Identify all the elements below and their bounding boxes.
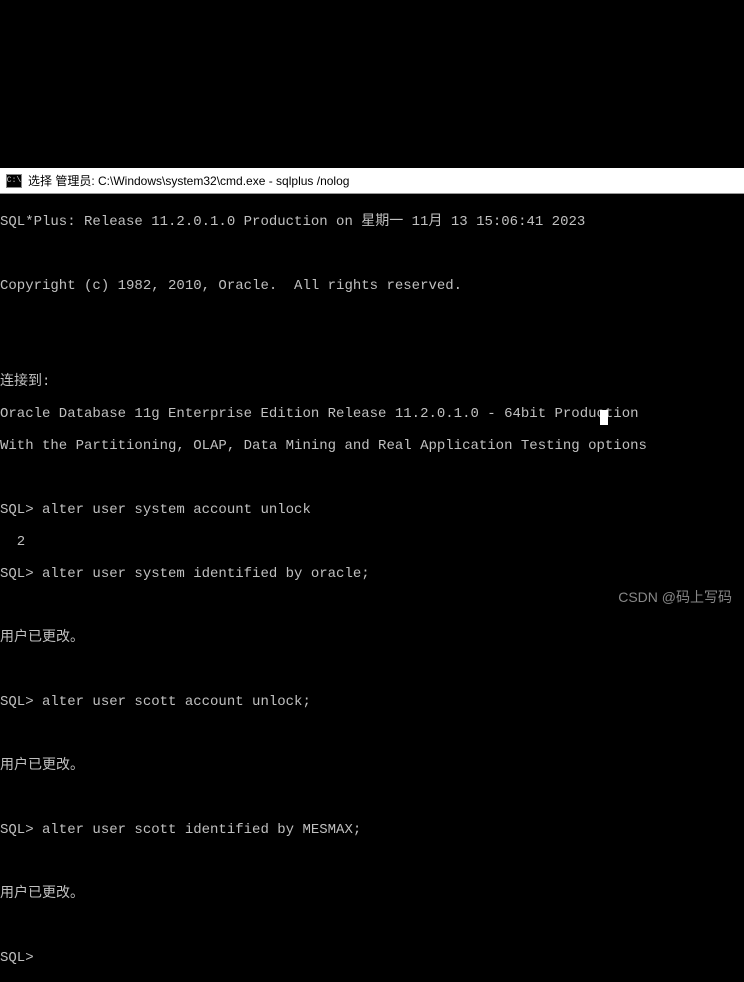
cmd-icon-text: C:\	[7, 177, 21, 185]
terminal-line: 用户已更改。	[0, 630, 744, 646]
terminal-line	[0, 342, 744, 358]
terminal-line	[0, 790, 744, 806]
window-title: 选择 管理员: C:\Windows\system32\cmd.exe - sq…	[28, 172, 349, 189]
terminal-line: SQL>	[0, 950, 744, 966]
terminal-line: With the Partitioning, OLAP, Data Mining…	[0, 438, 744, 454]
terminal-line: SQL> alter user system account unlock	[0, 502, 744, 518]
terminal-line: SQL> alter user system identified by ora…	[0, 566, 744, 582]
terminal-line	[0, 726, 744, 742]
terminal-line: Oracle Database 11g Enterprise Edition R…	[0, 406, 744, 422]
terminal-line: SQL*Plus: Release 11.2.0.1.0 Production …	[0, 214, 744, 230]
terminal-line	[0, 246, 744, 262]
top-black-area	[0, 0, 744, 168]
watermark-text: CSDN @码上写码	[618, 587, 732, 607]
terminal-line	[0, 662, 744, 678]
terminal-line	[0, 470, 744, 486]
terminal-line: 用户已更改。	[0, 758, 744, 774]
terminal-line	[0, 854, 744, 870]
terminal-line: SQL> alter user scott identified by MESM…	[0, 822, 744, 838]
terminal-line: 用户已更改。	[0, 886, 744, 902]
terminal-line: 连接到:	[0, 374, 744, 390]
window-titlebar[interactable]: C:\ 选择 管理员: C:\Windows\system32\cmd.exe …	[0, 168, 744, 194]
terminal-line: 2	[0, 534, 744, 550]
terminal-line: Copyright (c) 1982, 2010, Oracle. All ri…	[0, 278, 744, 294]
terminal-line: SQL> alter user scott account unlock;	[0, 694, 744, 710]
cursor-icon	[600, 410, 608, 425]
cmd-icon: C:\	[6, 174, 22, 188]
terminal-line	[0, 310, 744, 326]
terminal-line	[0, 918, 744, 934]
